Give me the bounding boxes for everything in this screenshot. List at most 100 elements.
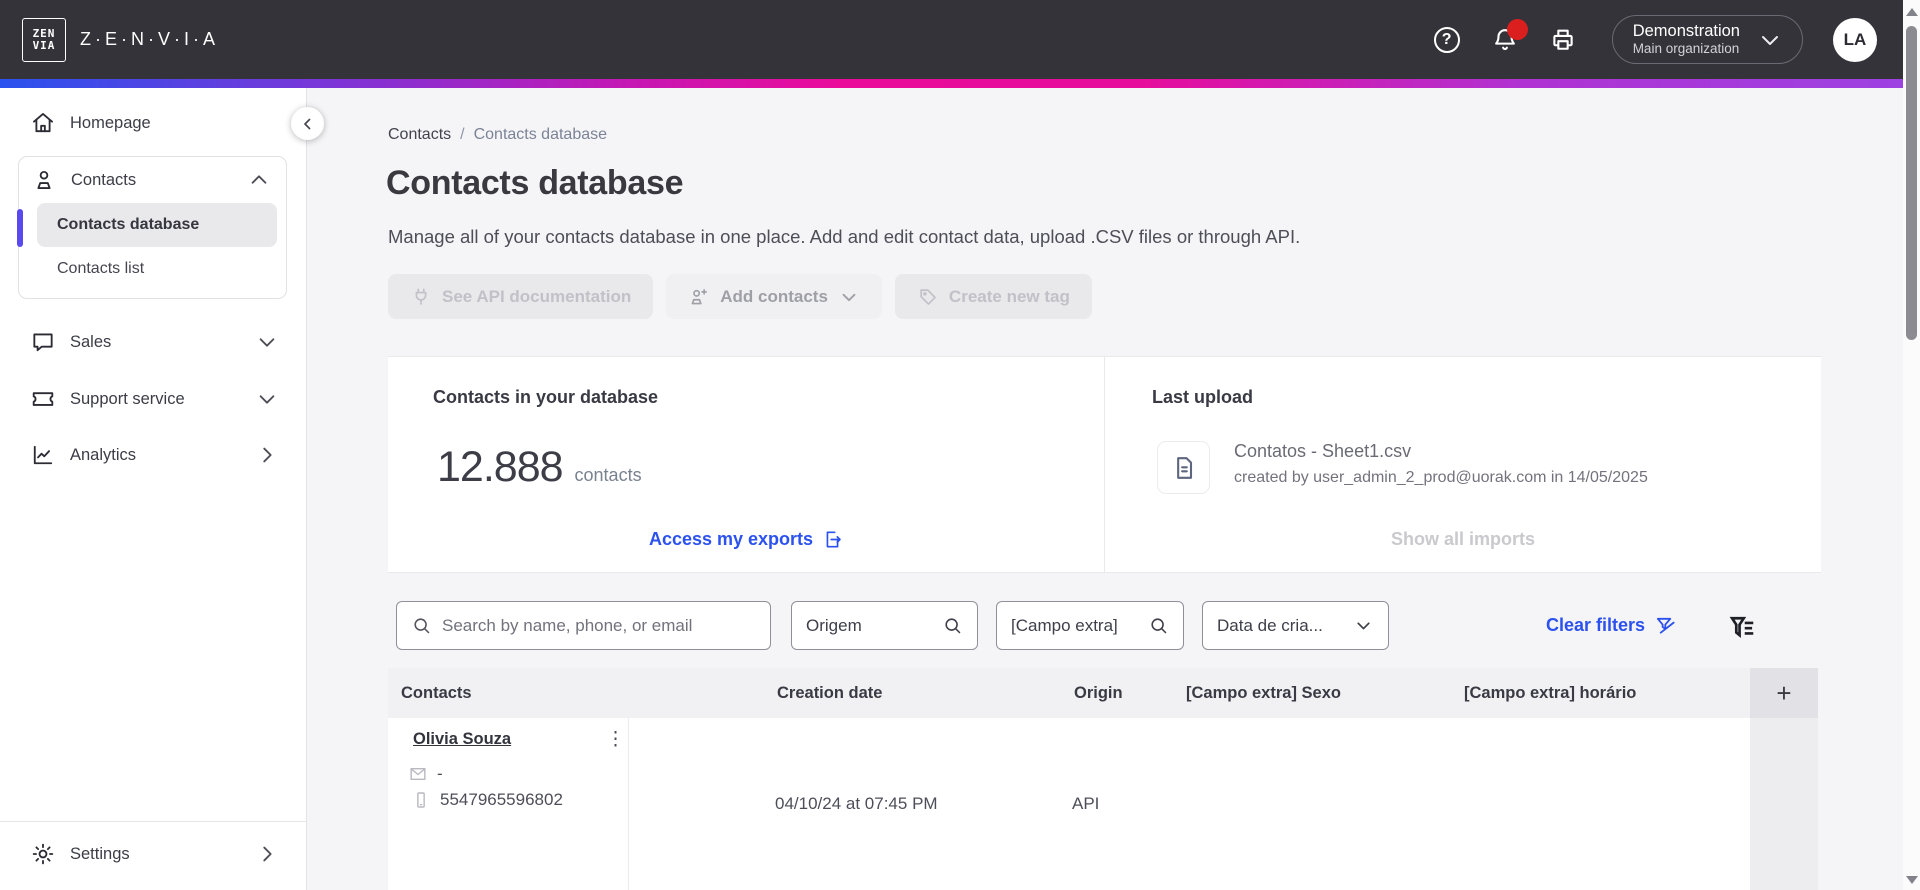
chevron-down-icon (256, 388, 278, 410)
sidebar-item-contacts-list[interactable]: Contacts list (37, 247, 277, 291)
column-header-origin[interactable]: Origin (1074, 668, 1123, 718)
clear-filters-link[interactable]: Clear filters (1546, 614, 1677, 637)
column-header-campo-horario[interactable]: [Campo extra] horário (1464, 668, 1636, 718)
search-icon (414, 618, 430, 634)
contacts-count-unit: contacts (574, 465, 642, 485)
main-content: Contacts / Contacts database Contacts da… (308, 88, 1903, 890)
sidebar-collapse-button[interactable] (291, 107, 324, 140)
sidebar-item-contacts-database[interactable]: Contacts database (37, 203, 277, 247)
dropdown-value: Data de cria... (1217, 615, 1323, 635)
scroll-up-arrow[interactable] (1906, 8, 1918, 16)
column-header-creation-date[interactable]: Creation date (777, 668, 882, 718)
sidebar: Homepage Contacts Contacts database Cont… (0, 88, 307, 890)
zenvia-brand[interactable]: ZEN VIA Z·E·N·V·I·A (22, 17, 219, 62)
add-contacts-button[interactable]: Add contacts (666, 274, 882, 319)
gear-icon (32, 843, 54, 865)
logo-mark-bottom: VIA (32, 39, 56, 52)
organization-labels: Demonstration Main organization (1633, 21, 1740, 59)
page-subtitle: Manage all of your contacts database in … (388, 226, 1301, 247)
sidebar-group-contacts: Contacts Contacts database Contacts list (17, 156, 287, 299)
chevron-right-icon (256, 444, 278, 466)
chevron-up-icon (248, 169, 270, 191)
contacts-count-card: Contacts in your database 12.888 contact… (388, 357, 1104, 572)
chevron-left-icon (303, 118, 310, 129)
contact-email-value: - (437, 764, 443, 783)
envelope-icon (410, 767, 426, 781)
advanced-filter-button[interactable] (1728, 613, 1756, 641)
create-new-tag-button[interactable]: Create new tag (894, 274, 1092, 319)
zenvia-wordmark: Z·E·N·V·I·A (80, 29, 219, 49)
scroll-down-arrow[interactable] (1906, 876, 1918, 884)
sidebar-item-settings[interactable]: Settings (0, 832, 306, 876)
creation-date-filter-dropdown[interactable]: Data de cria... (1202, 601, 1389, 650)
button-label: See API documentation (442, 286, 632, 306)
organization-switcher[interactable]: Demonstration Main organization (1611, 15, 1803, 64)
avatar[interactable]: LA (1833, 17, 1877, 62)
active-indicator (17, 209, 23, 247)
see-api-documentation-button[interactable]: See API documentation (388, 274, 654, 319)
add-column-track (1750, 718, 1818, 890)
sidebar-item-label: Analytics (70, 445, 137, 464)
sidebar-item-analytics[interactable]: Analytics (0, 433, 306, 477)
sidebar-item-label: Contacts (71, 170, 137, 189)
app: ZEN VIA Z·E·N·V·I·A ? Demonstration Main… (0, 0, 1920, 890)
column-header-contacts[interactable]: Contacts (401, 668, 472, 718)
row-menu-button[interactable]: ⋮ (602, 726, 629, 753)
contacts-count-number: 12.888 (437, 443, 564, 491)
card-title: Last upload (1152, 387, 1254, 407)
link-label: Clear filters (1545, 615, 1645, 635)
last-upload-row: Contatos - Sheet1.csv created by user_ad… (1157, 441, 1648, 494)
summary-cards: Contacts in your database 12.888 contact… (388, 356, 1821, 573)
contact-phone-value: 5547965596802 (440, 790, 563, 809)
contacts-count: 12.888 contacts (437, 443, 642, 492)
button-label: Create new tag (948, 286, 1070, 306)
top-bar: ZEN VIA Z·E·N·V·I·A ? Demonstration Main… (0, 0, 1903, 79)
chevron-right-icon (256, 843, 278, 865)
sidebar-item-contacts[interactable]: Contacts (19, 157, 286, 203)
origin-cell: API (1072, 794, 1100, 813)
file-icon (1176, 456, 1192, 479)
sidebar-item-homepage[interactable]: Homepage (0, 101, 306, 145)
search-input[interactable] (442, 615, 756, 636)
table-body: Olivia Souza ⋮ - 5547965596802 04/10/24 … (388, 718, 1750, 890)
help-button[interactable]: ? (1432, 25, 1462, 55)
export-icon (826, 531, 841, 548)
vertical-scrollbar[interactable] (1903, 0, 1920, 890)
logo-mark-top: ZEN (32, 27, 56, 40)
chevron-down-icon (256, 331, 278, 353)
access-my-exports-link[interactable]: Access my exports (388, 529, 1104, 550)
sidebar-item-label: Sales (70, 332, 112, 351)
origem-input[interactable] (806, 615, 932, 636)
upload-file-meta: created by user_admin_2_prod@uorak.com i… (1234, 469, 1648, 486)
add-column-button[interactable]: + (1750, 668, 1818, 718)
sidebar-item-sales[interactable]: Sales (0, 320, 306, 364)
printer-button[interactable] (1548, 25, 1578, 55)
breadcrumb-separator: / (460, 126, 465, 143)
zenvia-logo-icon: ZEN VIA (22, 17, 66, 62)
funnel-lines-icon (1729, 616, 1754, 639)
home-icon (32, 112, 54, 133)
notifications-button[interactable] (1490, 18, 1528, 55)
contact-email: - (408, 764, 443, 784)
show-all-imports-link[interactable]: Show all imports (1105, 529, 1821, 550)
sidebar-item-label: Homepage (70, 113, 151, 132)
search-icon (945, 618, 961, 634)
filter-bar: Data de cria... Clear filters (388, 601, 1804, 650)
column-header-campo-sexo[interactable]: [Campo extra] Sexo (1186, 668, 1341, 718)
file-badge (1157, 441, 1210, 494)
campo-extra-input[interactable] (1011, 615, 1138, 636)
plug-icon (415, 287, 427, 305)
sidebar-item-label: Support service (70, 389, 185, 408)
action-buttons: See API documentation Add contacts Creat… (388, 274, 1092, 319)
breadcrumb-contacts[interactable]: Contacts (388, 126, 451, 144)
contact-name-link[interactable]: Olivia Souza (413, 730, 511, 749)
breadcrumb-contacts-database[interactable]: Contacts database (474, 126, 607, 144)
search-field (396, 601, 771, 650)
scrollbar-thumb[interactable] (1906, 26, 1917, 340)
top-bar-right: ? Demonstration Main organization LA (1432, 15, 1877, 64)
help-icon: ? (1433, 26, 1460, 53)
ticket-icon (32, 392, 54, 406)
sidebar-item-support-service[interactable]: Support service (0, 377, 306, 421)
button-label: Add contacts (720, 286, 828, 306)
last-upload-card: Last upload Contatos - Sheet1.csv create… (1104, 357, 1821, 572)
